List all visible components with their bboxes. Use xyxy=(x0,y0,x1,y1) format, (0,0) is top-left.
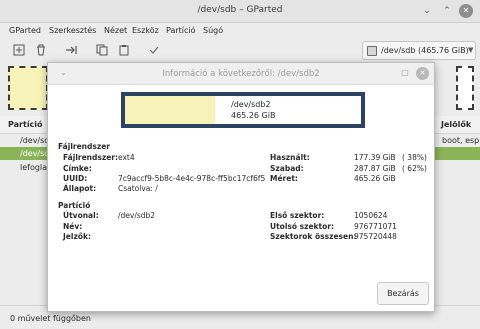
menu-bar: GParted Szerkesztés Nézet Eszköz Partíci… xyxy=(0,23,480,40)
fs-label-label: Címke: xyxy=(63,164,92,173)
device-selector[interactable]: /dev/sdb (465.76 GiB) ▼ xyxy=(362,41,476,60)
total-sectors-label: Szektorok összesen: xyxy=(270,232,357,241)
dropdown-arrow-icon: ▼ xyxy=(468,46,474,54)
partition-block-unallocated[interactable] xyxy=(456,66,474,110)
partition-section-title: Partíció xyxy=(58,201,91,210)
size-value: 465.26 GiB xyxy=(354,174,396,183)
free-label: Szabad: xyxy=(270,164,304,173)
free-percent: ( 62%) xyxy=(402,164,427,173)
path-label: Útvonal: xyxy=(63,211,99,220)
first-sector-value: 1050624 xyxy=(354,211,388,220)
menu-device[interactable]: Eszköz xyxy=(132,26,159,35)
copy-icon[interactable] xyxy=(95,44,109,58)
partition-name: /dev/sdb2 xyxy=(231,100,271,109)
pending-operations: 0 művelet függőben xyxy=(10,314,91,323)
minimize-icon[interactable]: ⌄ xyxy=(420,4,434,18)
title-bar: /dev/sdb – GParted ⌄ ⌃ ✕ xyxy=(0,0,480,23)
row-flags: boot, esp xyxy=(442,136,480,145)
fs-type-value: ext4 xyxy=(118,153,135,162)
menu-gparted[interactable]: GParted xyxy=(9,26,41,35)
fs-type-label: Fájlrendszer: xyxy=(63,153,118,162)
delete-icon[interactable] xyxy=(34,44,48,58)
used-space-fill xyxy=(125,96,215,124)
close-button[interactable]: Bezárás xyxy=(377,282,429,305)
paste-icon[interactable] xyxy=(117,44,131,58)
state-value: Csatolva: / xyxy=(118,184,158,193)
free-value: 287.87 GiB xyxy=(354,164,396,173)
used-percent: ( 38%) xyxy=(402,153,427,162)
used-label: Használt: xyxy=(270,153,310,162)
last-sector-label: Utolsó szektor: xyxy=(270,222,334,231)
new-partition-icon[interactable] xyxy=(12,44,26,58)
column-partition[interactable]: Partíció xyxy=(8,120,43,129)
used-value: 177.39 GiB xyxy=(354,153,396,162)
menu-partition[interactable]: Partíció xyxy=(166,26,196,35)
maximize-icon[interactable]: ⌃ xyxy=(440,4,454,18)
name-label: Név: xyxy=(63,222,83,231)
last-sector-value: 976771071 xyxy=(354,222,397,231)
apply-icon[interactable] xyxy=(147,44,161,58)
flags-label: Jelzők: xyxy=(63,232,91,241)
total-sectors-value: 975720448 xyxy=(354,232,397,241)
menu-view[interactable]: Nézet xyxy=(104,26,127,35)
partition-block-sdb1[interactable] xyxy=(8,66,48,110)
dialog-title: Információ a következőről: /dev/sdb2 xyxy=(162,69,320,79)
window-title: /dev/sdb – GParted xyxy=(197,5,283,15)
disk-icon xyxy=(367,46,377,56)
partition-size: 465.26 GiB xyxy=(231,111,276,120)
uuid-label: UUID: xyxy=(63,174,88,183)
size-label: Méret: xyxy=(270,174,298,183)
filesystem-section-title: Fájlrendszer xyxy=(58,142,110,151)
row-partition: /dev/sd xyxy=(20,136,50,145)
menu-help[interactable]: Súgó xyxy=(203,26,223,35)
partition-usage-bar: /dev/sdb2 465.26 GiB xyxy=(121,92,365,128)
first-sector-label: Első szektor: xyxy=(270,211,325,220)
row-partition: lefoglal xyxy=(20,163,50,172)
device-selector-label: /dev/sdb (465.76 GiB) xyxy=(381,46,469,55)
close-icon[interactable]: ✕ xyxy=(459,4,473,18)
maximize-icon[interactable]: □ xyxy=(399,67,411,79)
close-icon[interactable]: ✕ xyxy=(416,67,429,80)
uuid-value: 7c9accf9-5b8c-4e4c-978c-ff5bc17cf6f5 xyxy=(118,174,266,183)
menu-edit[interactable]: Szerkesztés xyxy=(49,26,96,35)
partition-info-dialog: ⌄ Információ a következőről: /dev/sdb2 □… xyxy=(47,62,435,312)
row-partition: /dev/sd xyxy=(20,149,50,158)
path-value: /dev/sdb2 xyxy=(118,211,156,220)
dialog-title-bar: ⌄ Információ a következőről: /dev/sdb2 □… xyxy=(48,63,434,85)
resize-move-icon[interactable] xyxy=(64,44,78,58)
state-label: Állapot: xyxy=(63,184,97,193)
column-flags[interactable]: Jelölők xyxy=(441,120,471,129)
